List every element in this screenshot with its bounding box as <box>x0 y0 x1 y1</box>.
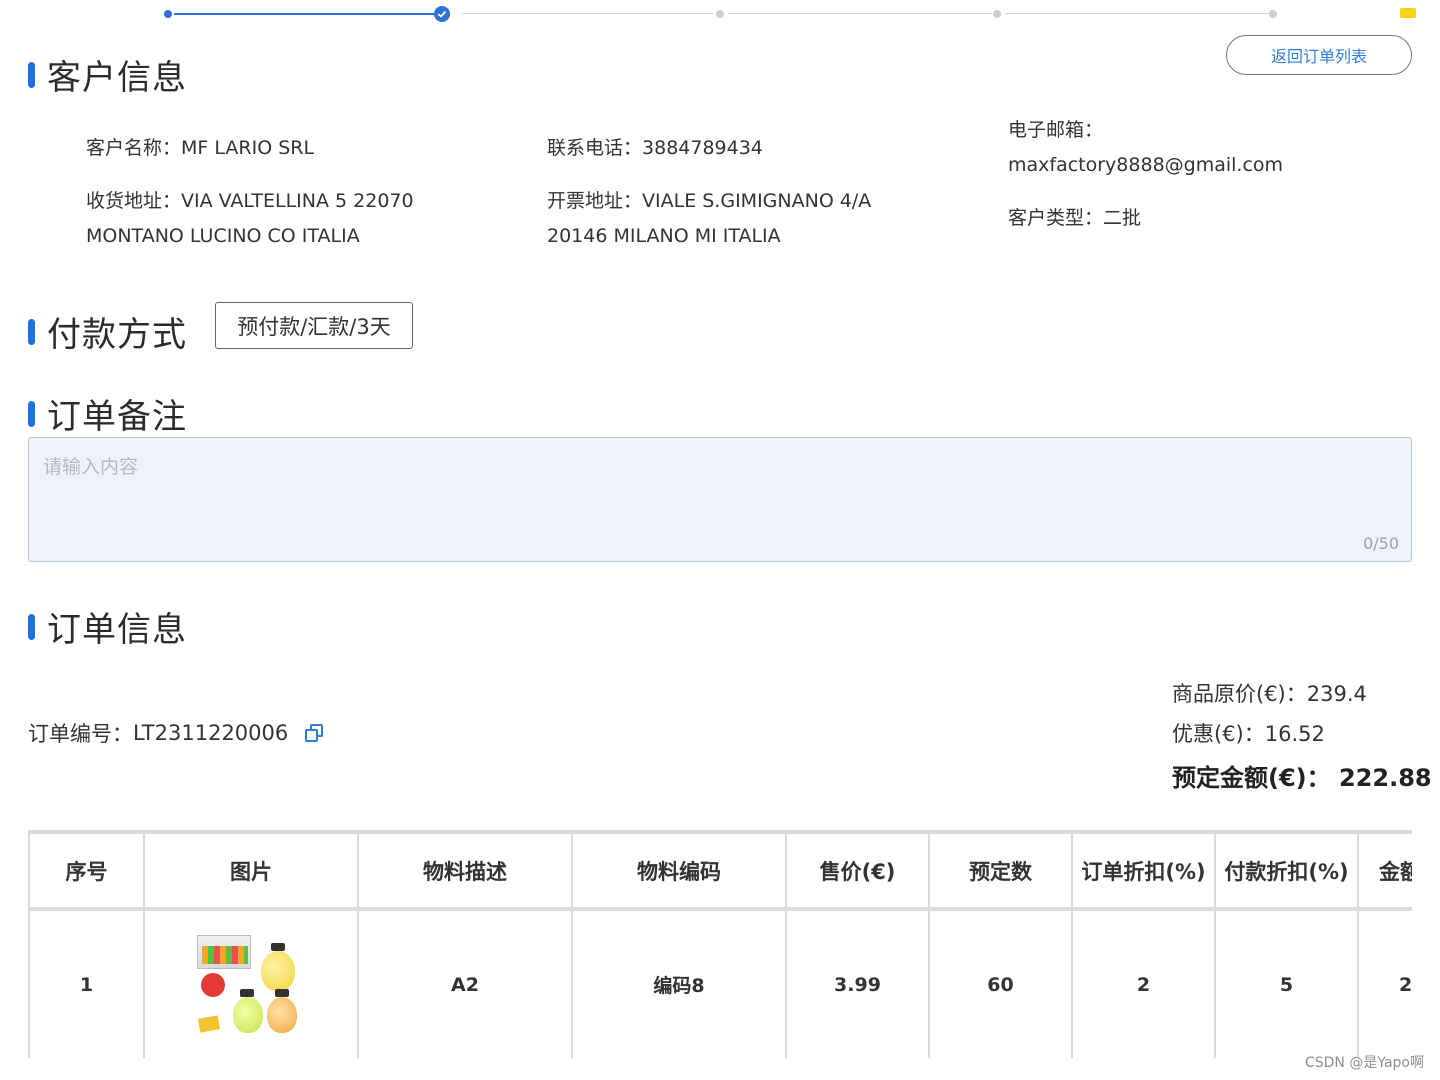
copy-icon[interactable] <box>304 723 324 743</box>
column-header-description: 物料描述 <box>357 832 573 910</box>
section-order-info: 订单信息 <box>28 602 187 651</box>
cell-quantity: 60 <box>928 908 1073 1058</box>
column-header-index: 序号 <box>28 832 145 910</box>
column-header-payment-discount: 付款折扣(%) <box>1214 832 1359 910</box>
section-title: 付款方式 <box>47 315 187 355</box>
watermark: CSDN @是Yapo啊 <box>1304 1055 1424 1071</box>
discount: 优惠(€)：16.52 <box>1172 718 1325 748</box>
cell-order-discount: 2 <box>1071 908 1216 1058</box>
step-4-dot <box>993 10 1001 18</box>
customer-name-label: 客户名称： <box>86 137 182 159</box>
cell-price: 3.99 <box>785 908 930 1058</box>
column-header-order-discount: 订单折扣(%) <box>1071 832 1216 910</box>
invoice-address-label: 开票地址： <box>547 190 643 212</box>
original-price-value: 239.4 <box>1306 682 1367 706</box>
flag-icon <box>1400 8 1416 18</box>
invoice-address-line1: VIALE S.GIMIGNANO 4/A <box>642 190 872 212</box>
section-marker <box>28 613 35 640</box>
order-number: 订单编号： LT2311220006 <box>28 718 324 748</box>
order-total-label: 预定金额(€)： <box>1172 764 1331 792</box>
step-3-dot <box>716 10 724 18</box>
column-header-price: 售价(€) <box>785 832 930 910</box>
customer-email-value: maxfactory8888@gmail.com <box>1008 154 1284 176</box>
cell-code: 编码8 <box>571 908 787 1058</box>
section-title: 客户信息 <box>47 58 187 98</box>
discount-value: 16.52 <box>1264 722 1325 746</box>
step-connector-done <box>174 13 434 15</box>
step-connector <box>1005 13 1269 14</box>
customer-name: 客户名称：MF LARIO SRL <box>86 131 314 166</box>
invoice-address: 开票地址：VIALE S.GIMIGNANO 4/A 20146 MILANO … <box>547 184 871 254</box>
progress-stepper <box>160 6 1280 22</box>
section-title: 订单备注 <box>47 397 187 437</box>
order-number-label: 订单编号： <box>28 722 133 746</box>
cell-image <box>143 908 359 1058</box>
step-connector <box>728 13 992 14</box>
customer-type: 客户类型：二批 <box>1008 201 1141 236</box>
customer-email: 电子邮箱： maxfactory8888@gmail.com <box>1008 113 1283 183</box>
section-title: 订单信息 <box>47 610 187 650</box>
section-marker <box>28 61 35 88</box>
customer-email-label: 电子邮箱： <box>1008 119 1104 141</box>
section-order-remark: 订单备注 <box>28 389 187 438</box>
customer-type-label: 客户类型： <box>1008 207 1104 229</box>
back-to-order-list-button[interactable]: 返回订单列表 <box>1226 35 1412 75</box>
order-total-value: 222.88 <box>1339 764 1432 792</box>
step-connector <box>462 13 714 14</box>
remark-char-counter: 0/50 <box>1363 534 1399 553</box>
step-1-dot <box>164 10 172 18</box>
table-row: 1 A2 编码8 3.99 60 2 5 2 <box>28 908 1412 1058</box>
order-total: 预定金额(€)： 222.88 <box>1172 758 1432 793</box>
order-remark-input[interactable] <box>29 438 1411 561</box>
table-header-row: 序号 图片 物料描述 物料编码 售价(€) 预定数 订单折扣(%) 付款折扣(%… <box>28 832 1412 910</box>
shipping-address-line1: VIA VALTELLINA 5 22070 <box>181 190 414 212</box>
cell-payment-discount: 5 <box>1214 908 1359 1058</box>
shipping-address-line2: MONTANO LUCINO CO ITALIA <box>86 225 360 247</box>
order-remark-field: 0/50 <box>28 437 1412 562</box>
shipping-address: 收货地址：VIA VALTELLINA 5 22070 MONTANO LUCI… <box>86 184 414 254</box>
customer-phone-label: 联系电话： <box>547 137 643 159</box>
customer-name-value: MF LARIO SRL <box>181 137 315 159</box>
order-items-table: 序号 图片 物料描述 物料编码 售价(€) 预定数 订单折扣(%) 付款折扣(%… <box>28 830 1412 1058</box>
step-5-dot <box>1269 10 1277 18</box>
cell-index: 1 <box>28 908 145 1058</box>
original-price-label: 商品原价(€)： <box>1172 682 1307 706</box>
customer-type-value: 二批 <box>1103 207 1142 229</box>
original-price: 商品原价(€)：239.4 <box>1172 678 1367 708</box>
section-marker <box>28 400 35 427</box>
cell-amount: 2 <box>1357 908 1412 1058</box>
customer-phone: 联系电话：3884789434 <box>547 131 763 166</box>
shipping-address-label: 收货地址： <box>86 190 182 212</box>
discount-label: 优惠(€)： <box>1172 722 1265 746</box>
product-image[interactable] <box>195 933 307 1037</box>
column-header-image: 图片 <box>143 832 359 910</box>
order-number-value: LT2311220006 <box>133 721 289 745</box>
column-header-amount: 金额 <box>1357 832 1412 910</box>
section-customer-info: 客户信息 <box>28 50 187 99</box>
column-header-code: 物料编码 <box>571 832 787 910</box>
customer-phone-value: 3884789434 <box>642 137 763 159</box>
section-marker <box>28 318 35 345</box>
step-2-check-icon <box>434 6 450 22</box>
payment-method-select[interactable]: 预付款/汇款/3天 <box>215 302 413 349</box>
invoice-address-line2: 20146 MILANO MI ITALIA <box>547 225 781 247</box>
column-header-quantity: 预定数 <box>928 832 1073 910</box>
section-payment-method: 付款方式 <box>28 307 187 356</box>
cell-description: A2 <box>357 908 573 1058</box>
